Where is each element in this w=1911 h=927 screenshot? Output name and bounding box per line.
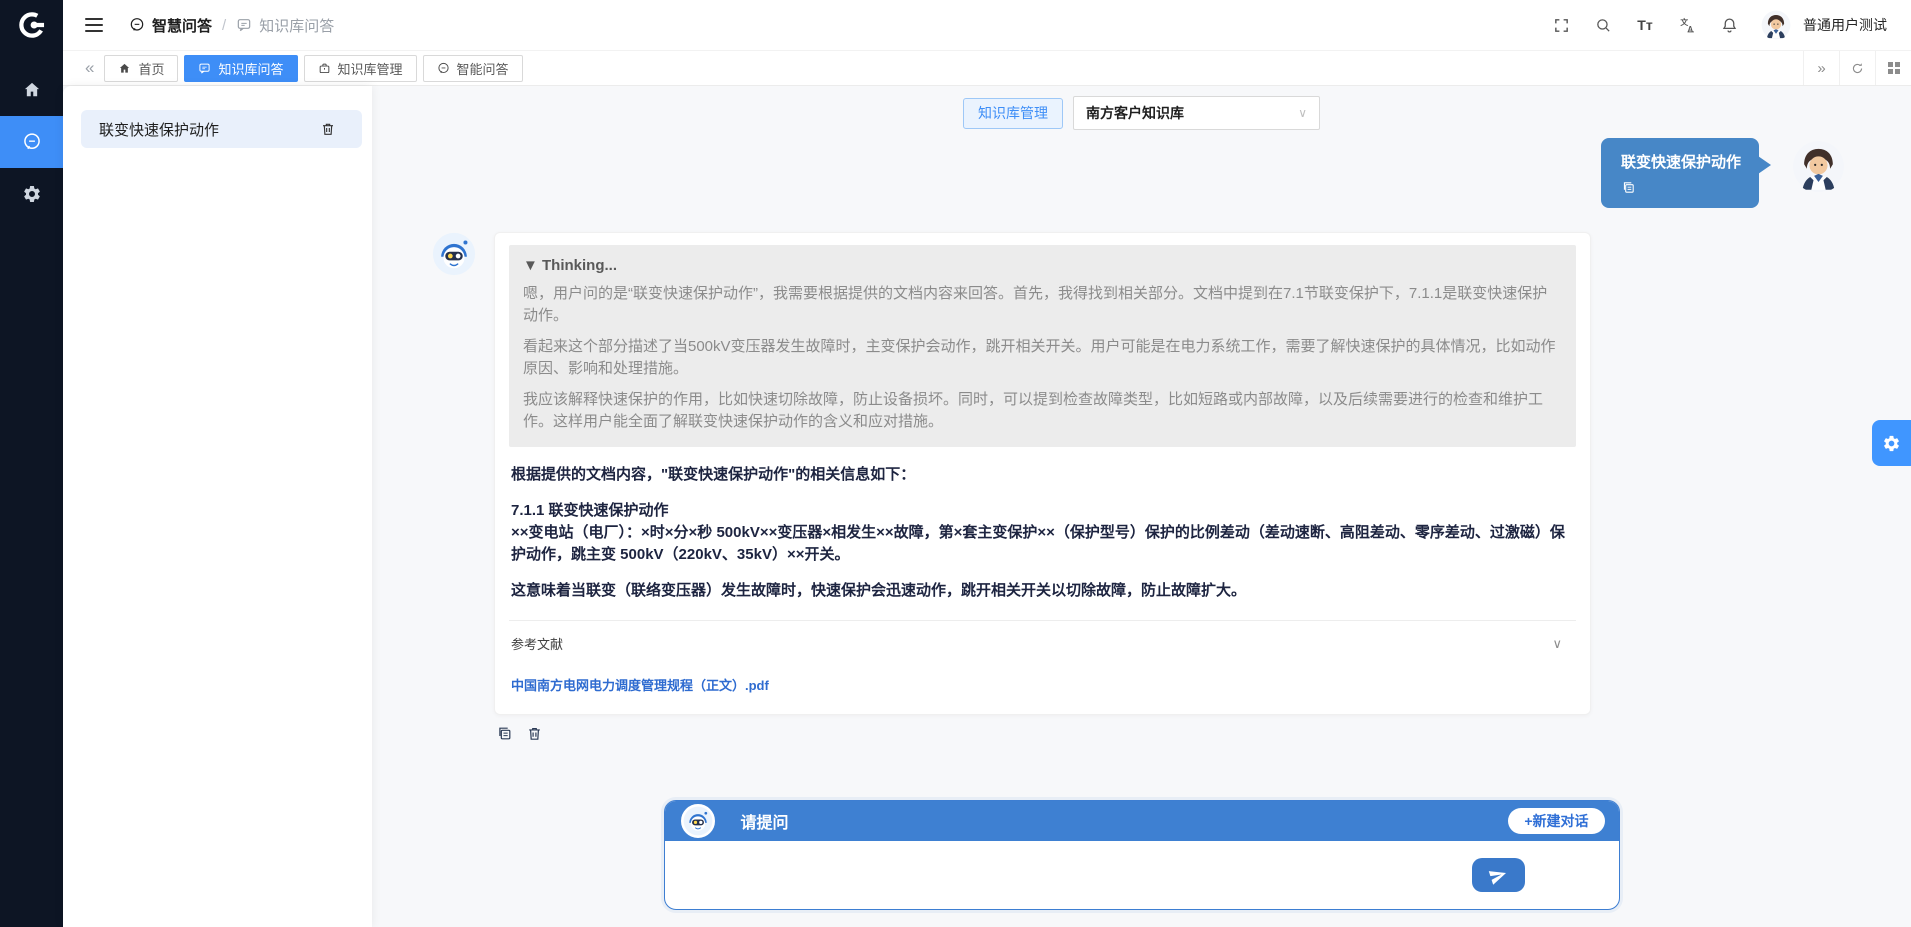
tab-label: 知识库问答 — [218, 59, 283, 78]
chat-square-icon — [198, 62, 211, 75]
app-root: 智慧问答 / 知识库问答 Tт 普通用户测试 « — [0, 0, 1911, 927]
assistant-avatar — [432, 232, 476, 276]
font-size-icon[interactable]: Tт — [1635, 15, 1655, 35]
send-button[interactable] — [1472, 858, 1525, 892]
references-title: 参考文献 — [511, 634, 563, 653]
translate-icon[interactable] — [1677, 15, 1697, 35]
copy-icon[interactable] — [496, 725, 513, 747]
answer-heading: 7.1.1 联变快速保护动作 — [511, 500, 1574, 522]
kb-select-value: 南方客户知识库 — [1086, 103, 1184, 123]
answer-intro: 根据提供的文档内容，"联变快速保护动作"的相关信息如下： — [511, 464, 1574, 486]
rail-item-chat[interactable] — [0, 116, 63, 168]
fullscreen-icon[interactable] — [1551, 15, 1571, 35]
gear-icon — [22, 184, 42, 204]
rail-item-settings[interactable] — [0, 168, 63, 220]
thinking-paragraph: 嗯，用户问的是“联变快速保护动作”，我需要根据提供的文档内容来回答。首先，我得找… — [523, 283, 1562, 327]
icon-rail — [0, 0, 63, 927]
gear-icon — [1882, 434, 1901, 453]
breadcrumb-app[interactable]: 智慧问答 — [129, 15, 212, 36]
briefcase-icon — [318, 62, 331, 75]
refresh-icon[interactable] — [1839, 51, 1875, 85]
input-panel-header: 请提问 +新建对话 — [665, 801, 1619, 841]
tab-label: 首页 — [138, 59, 164, 78]
tab-kb-manage[interactable]: 知识库管理 — [304, 55, 417, 82]
breadcrumb-separator: / — [222, 17, 226, 34]
reference-pdf-link[interactable]: 中国南方电网电力调度管理规程（正文）.pdf — [509, 675, 769, 694]
copy-icon[interactable] — [1621, 180, 1636, 195]
tab-kb-qa[interactable]: 知识库问答 — [184, 55, 297, 82]
thinking-paragraph: 看起来这个部分描述了当500kV变压器发生故障时，主变保护会动作，跳开相关开关。… — [523, 336, 1562, 380]
chevron-down-icon: ∨ — [1552, 636, 1562, 652]
home-icon — [118, 62, 131, 75]
kb-toolbar: 知识库管理 南方客户知识库 ∨ — [372, 86, 1911, 130]
rail-item-home[interactable] — [0, 64, 63, 116]
breadcrumb-page-label: 知识库问答 — [259, 15, 334, 36]
tab-home[interactable]: 首页 — [104, 55, 178, 82]
paper-plane-icon — [1486, 863, 1510, 887]
chat-icon — [22, 132, 42, 152]
chat-square-icon — [236, 17, 252, 33]
chat-icon — [129, 17, 145, 33]
user-name[interactable]: 普通用户测试 — [1803, 15, 1887, 35]
answer-conclusion: 这意味着当联变（联络变压器）发生故障时，快速保护会迅速动作，跳开相关开关以切除故… — [511, 580, 1574, 602]
thinking-paragraph: 我应该解释快速保护的作用，比如快速切除故障，防止设备损坏。同时，可以提到检查故障… — [523, 389, 1562, 433]
app-logo[interactable] — [0, 0, 63, 50]
rail-nav — [0, 64, 63, 220]
conversation-title: 联变快速保护动作 — [99, 119, 219, 140]
user-message-row: 联变快速保护动作 — [432, 138, 1845, 208]
assistant-message-card: ▼ Thinking... 嗯，用户问的是“联变快速保护动作”，我需要根据提供的… — [494, 232, 1591, 715]
user-avatar — [1792, 140, 1845, 193]
user-avatar[interactable] — [1761, 10, 1791, 40]
header-actions: Tт 普通用户测试 — [1551, 10, 1887, 40]
home-icon — [22, 80, 42, 100]
tabs-scroll-right-icon[interactable]: » — [1803, 51, 1839, 85]
layout-grid-icon[interactable] — [1875, 51, 1911, 85]
tab-label: 智能问答 — [457, 59, 509, 78]
kb-select[interactable]: 南方客户知识库 ∨ — [1073, 96, 1320, 130]
message-actions — [496, 725, 1591, 747]
tabs-scroll-left-icon[interactable]: « — [75, 58, 104, 78]
question-input-panel: 请提问 +新建对话 — [664, 800, 1620, 910]
chat-main: 知识库管理 南方客户知识库 ∨ 联变快速保护动作 — [372, 86, 1911, 927]
references-toggle[interactable]: 参考文献 ∨ — [509, 620, 1576, 657]
tab-smart-qa[interactable]: 智能问答 — [423, 55, 523, 82]
conversation-item[interactable]: 联变快速保护动作 — [81, 110, 362, 148]
bubble-tail — [1758, 156, 1771, 174]
thinking-block: ▼ Thinking... 嗯，用户问的是“联变快速保护动作”，我需要根据提供的… — [509, 245, 1576, 447]
delete-icon[interactable] — [526, 725, 543, 747]
tab-label: 知识库管理 — [338, 59, 403, 78]
chevron-down-icon: ∨ — [1298, 106, 1307, 120]
tabbar-actions: » — [1803, 51, 1911, 85]
user-message-text: 联变快速保护动作 — [1621, 151, 1741, 172]
thinking-toggle[interactable]: ▼ Thinking... — [523, 257, 1562, 274]
assistant-message-row: ▼ Thinking... 嗯，用户问的是“联变快速保护动作”，我需要根据提供的… — [432, 232, 1845, 747]
conversation-panel: 联变快速保护动作 — [63, 86, 372, 927]
breadcrumb-app-label: 智慧问答 — [152, 15, 212, 36]
breadcrumb: 智慧问答 / 知识库问答 — [129, 15, 334, 36]
kb-manage-button[interactable]: 知识库管理 — [963, 98, 1063, 129]
input-panel-title: 请提问 — [741, 809, 789, 833]
breadcrumb-page[interactable]: 知识库问答 — [236, 15, 334, 36]
input-panel-body — [665, 841, 1619, 909]
search-icon[interactable] — [1593, 15, 1613, 35]
answer-block: 根据提供的文档内容，"联变快速保护动作"的相关信息如下： 7.1.1 联变快速保… — [509, 447, 1576, 602]
logo-icon — [15, 8, 49, 42]
user-message-bubble: 联变快速保护动作 — [1601, 138, 1759, 208]
tab-bar: « 首页 知识库问答 知识库管理 智能问答 » — [63, 50, 1911, 86]
assistant-avatar — [681, 804, 715, 838]
top-header: 智慧问答 / 知识库问答 Tт 普通用户测试 — [63, 0, 1911, 50]
chat-icon — [437, 62, 450, 75]
chat-settings-button[interactable] — [1872, 420, 1911, 466]
notifications-bell-icon[interactable] — [1719, 15, 1739, 35]
chat-input[interactable] — [679, 847, 1459, 903]
delete-conversation-icon[interactable] — [320, 121, 336, 137]
answer-body: ××变电站（电厂）：×时×分×秒 500kV××变压器×相发生××故障，第×套主… — [511, 522, 1574, 566]
new-chat-button[interactable]: +新建对话 — [1508, 808, 1604, 834]
collapse-menu-icon[interactable] — [85, 18, 103, 32]
